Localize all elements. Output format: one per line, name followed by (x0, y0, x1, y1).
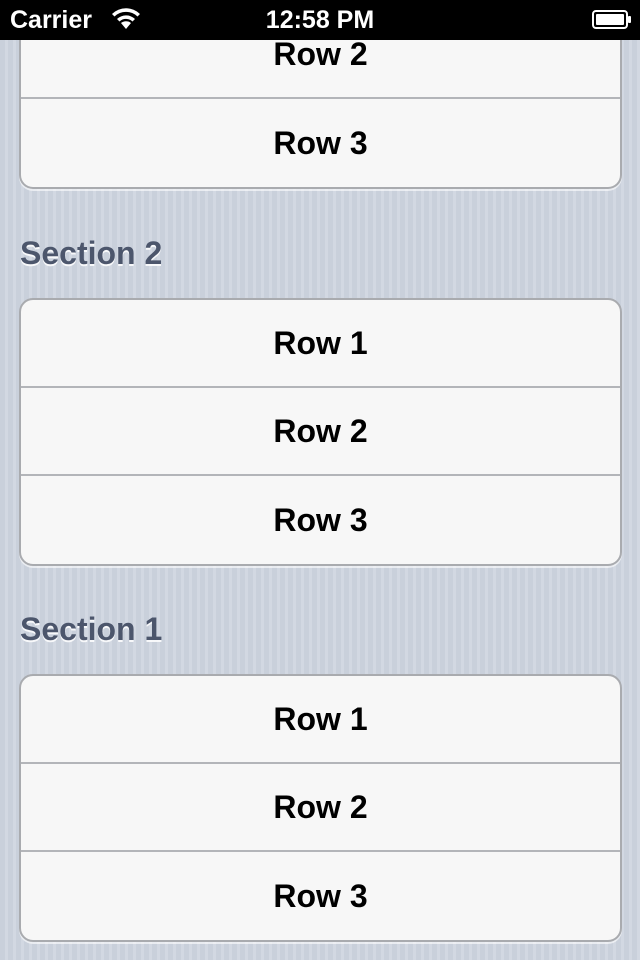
table-row[interactable]: Row 3 (21, 476, 620, 564)
table-row[interactable]: Row 2 (21, 764, 620, 852)
status-bar: Carrier 12:58 PM (0, 0, 640, 40)
status-time: 12:58 PM (265, 6, 375, 34)
section-group: Row 1 Row 2 Row 3 (19, 298, 622, 566)
battery-icon (592, 10, 632, 29)
section-header: Section 2 (20, 235, 163, 271)
table-row[interactable]: Row 3 (21, 99, 620, 187)
table-row[interactable]: Row 1 (21, 676, 620, 764)
section-header: Section 1 (20, 611, 163, 647)
table-row[interactable]: Row 2 (21, 40, 620, 99)
table-row[interactable]: Row 2 (21, 388, 620, 476)
section-group: Row 1 Row 2 Row 3 (19, 674, 622, 942)
table-row[interactable]: Row 1 (21, 300, 620, 388)
section-group-partial: Row 2 Row 3 (19, 40, 622, 189)
grouped-table-view[interactable]: Row 2 Row 3 Section 2 Row 1 Row 2 Row 3 … (0, 40, 640, 960)
table-row[interactable]: Row 3 (21, 852, 620, 940)
